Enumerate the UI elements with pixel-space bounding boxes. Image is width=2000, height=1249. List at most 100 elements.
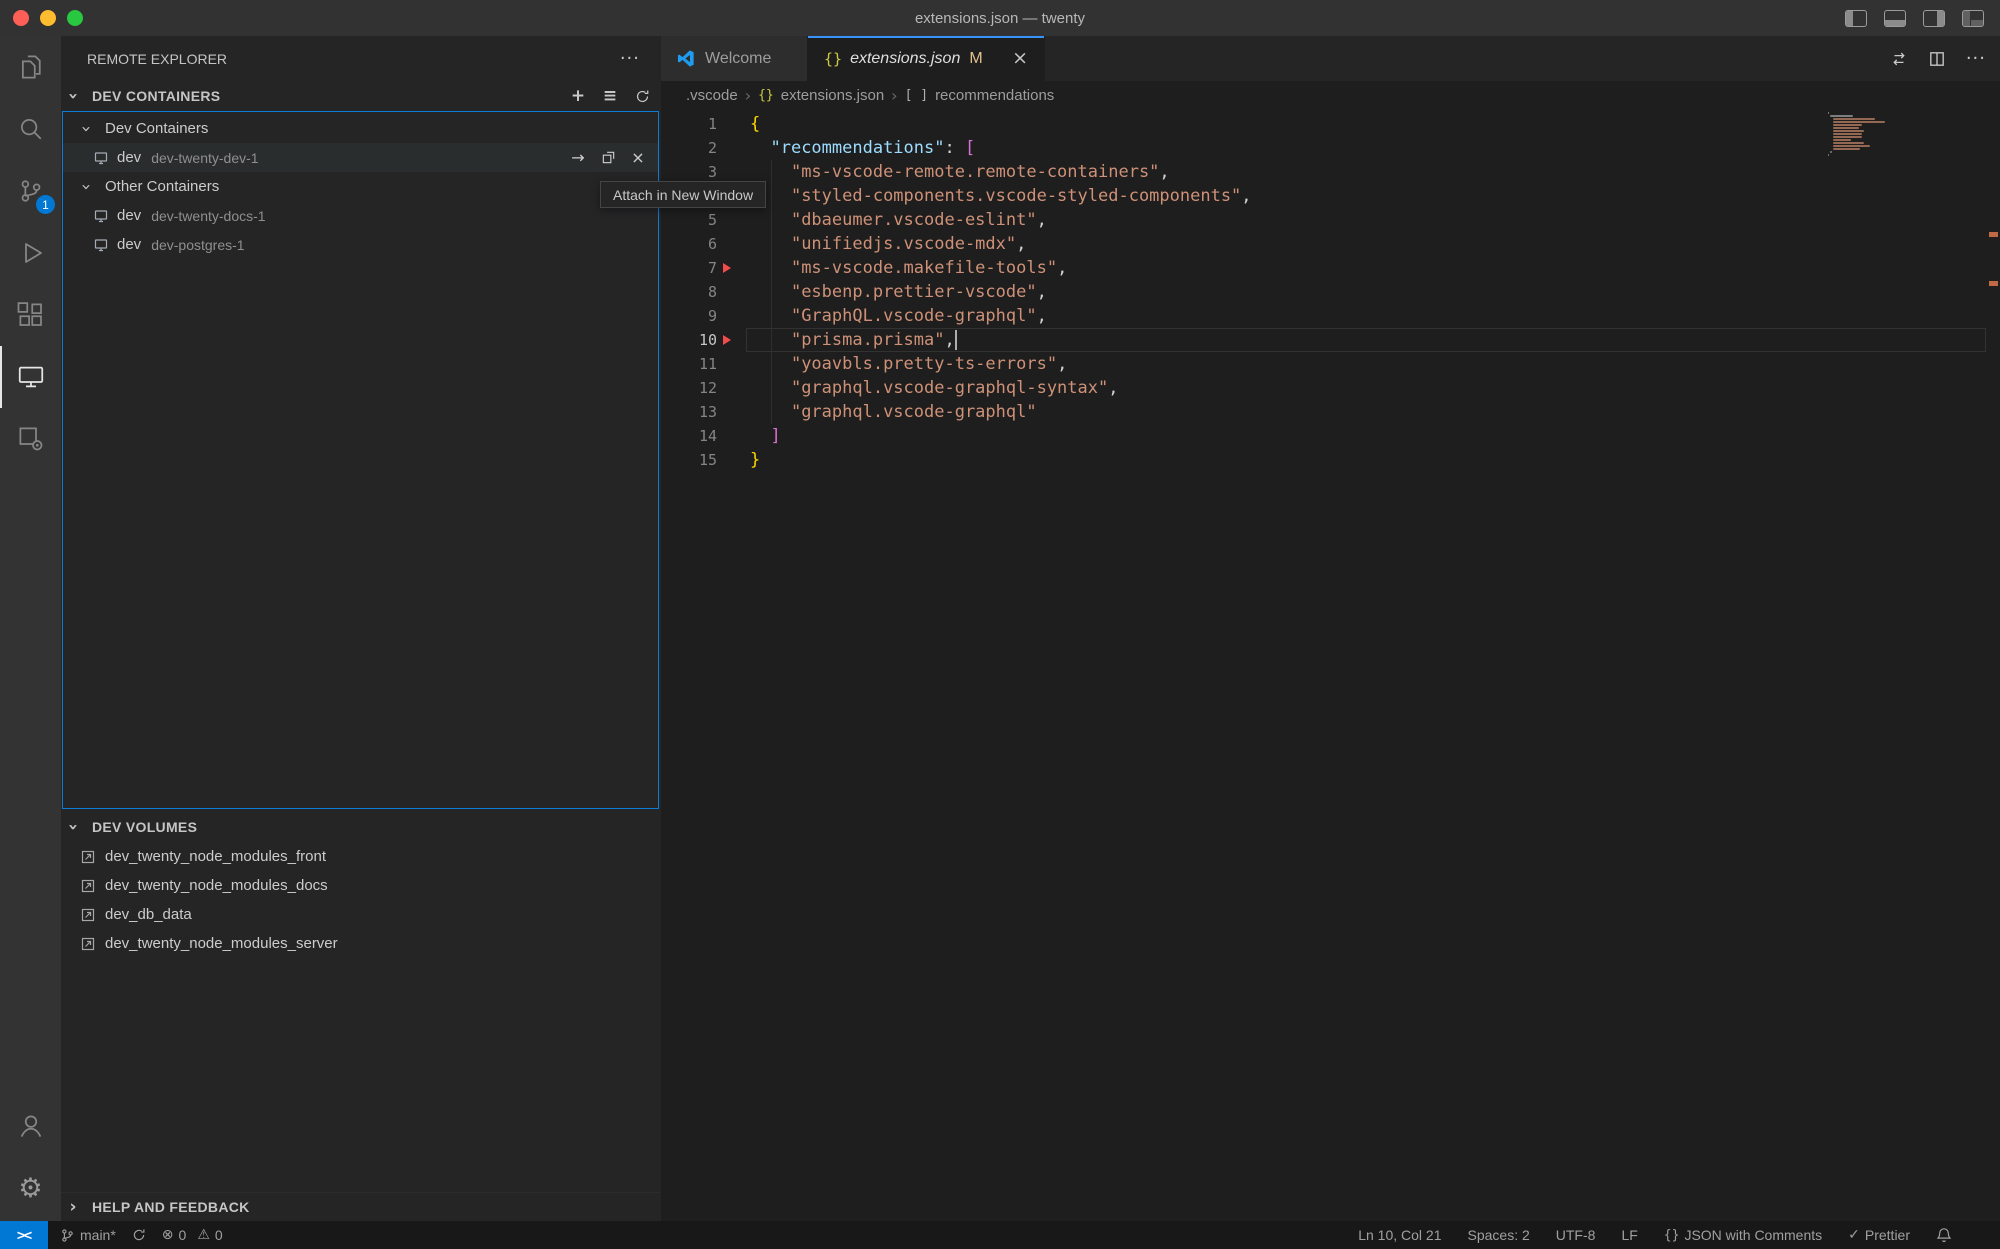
code-line[interactable]: {: [750, 112, 1252, 136]
code-lines[interactable]: { "recommendations": [ "ms-vscode-remote…: [750, 112, 1252, 472]
problems-status[interactable]: ⊗ 0 ⚠ 0: [162, 1227, 223, 1243]
collapse-all-icon[interactable]: ≡: [601, 87, 619, 105]
container-icon: [93, 208, 109, 224]
container-group-row[interactable]: ›Other Containers: [63, 172, 658, 201]
breadcrumb-symbol[interactable]: recommendations: [935, 87, 1054, 104]
sidebar-item-run-debug[interactable]: [0, 222, 61, 284]
code-line[interactable]: "ms-vscode.makefile-tools",: [750, 256, 1252, 280]
split-editor-icon[interactable]: [1928, 50, 1946, 68]
line-number: 2: [661, 136, 717, 160]
dev-containers-tree: ›Dev Containersdevdev-twenty-dev-1→×›Oth…: [62, 111, 659, 809]
container-description: dev-twenty-dev-1: [151, 150, 258, 166]
container-description: dev-postgres-1: [151, 237, 244, 253]
close-tab-icon[interactable]: ×: [1012, 49, 1028, 68]
attach-new-window-icon[interactable]: [598, 148, 618, 168]
container-row[interactable]: devdev-postgres-1: [63, 230, 658, 259]
code-line[interactable]: "ms-vscode-remote.remote-containers",: [750, 160, 1252, 184]
sync-icon: [132, 1228, 146, 1242]
code-line[interactable]: }: [750, 448, 1252, 472]
code-line[interactable]: ]: [750, 424, 1252, 448]
settings-button[interactable]: ⚙: [0, 1157, 61, 1219]
toggle-secondary-sidebar-icon[interactable]: [1923, 10, 1945, 27]
sidebar-item-explorer[interactable]: [0, 36, 61, 98]
editor-more-actions-icon[interactable]: ···: [1966, 48, 1986, 69]
container-description: dev-twenty-docs-1: [151, 208, 265, 224]
zoom-window-button[interactable]: [67, 10, 83, 26]
layout-controls: [1845, 0, 1984, 36]
eol-status[interactable]: LF: [1621, 1227, 1637, 1243]
volume-row[interactable]: dev_twenty_node_modules_server: [61, 929, 661, 958]
notifications-button[interactable]: [1936, 1227, 1952, 1243]
traffic-lights: [0, 0, 83, 36]
account-button[interactable]: [0, 1095, 61, 1157]
files-icon: [16, 52, 46, 82]
container-row[interactable]: devdev-twenty-docs-1: [63, 201, 658, 230]
code-line[interactable]: "dbaeumer.vscode-eslint",: [750, 208, 1252, 232]
section-dev-containers[interactable]: › DEV CONTAINERS + ≡: [61, 82, 661, 110]
toggle-primary-sidebar-icon[interactable]: [1845, 10, 1867, 27]
refresh-icon[interactable]: [633, 87, 651, 105]
breadcrumb-file[interactable]: extensions.json: [781, 87, 884, 104]
sidebar-item-search[interactable]: [0, 98, 61, 160]
code-line[interactable]: "graphql.vscode-graphql": [750, 400, 1252, 424]
cursor-position-status[interactable]: Ln 10, Col 21: [1358, 1227, 1441, 1243]
language-mode-status[interactable]: {} JSON with Comments: [1664, 1227, 1822, 1243]
formatter-status[interactable]: ✓ Prettier: [1848, 1227, 1910, 1243]
code-line[interactable]: "GraphQL.vscode-graphql",: [750, 304, 1252, 328]
sidebar-item-extensions[interactable]: [0, 284, 61, 346]
code-line[interactable]: "esbenp.prettier-vscode",: [750, 280, 1252, 304]
section-help-and-feedback[interactable]: › HELP AND FEEDBACK: [61, 1192, 661, 1220]
volume-row[interactable]: dev_twenty_node_modules_docs: [61, 871, 661, 900]
minimize-window-button[interactable]: [40, 10, 56, 26]
sidebar-item-remote-explorer[interactable]: [0, 346, 61, 408]
code-line[interactable]: "styled-components.vscode-styled-compone…: [750, 184, 1252, 208]
line-number: 6: [661, 232, 717, 256]
add-container-icon[interactable]: +: [569, 87, 587, 105]
braces-icon: {}: [1664, 1228, 1680, 1243]
volume-name: dev_twenty_node_modules_docs: [105, 877, 328, 894]
tab-extensions-json[interactable]: {} extensions.json M ×: [808, 36, 1045, 81]
code-line[interactable]: "prisma.prisma",: [750, 328, 1252, 352]
code-line[interactable]: "recommendations": [: [750, 136, 1252, 160]
code-line[interactable]: "unifiedjs.vscode-mdx",: [750, 232, 1252, 256]
volume-icon: [80, 907, 96, 923]
line-number: 15: [661, 448, 717, 472]
volume-row[interactable]: dev_db_data: [61, 900, 661, 929]
stop-container-icon[interactable]: ×: [628, 148, 648, 168]
close-window-button[interactable]: [13, 10, 29, 26]
container-group-row[interactable]: ›Dev Containers: [63, 114, 658, 143]
git-branch-status[interactable]: main*: [60, 1227, 116, 1243]
error-icon: ⊗: [162, 1227, 174, 1243]
group-label: Dev Containers: [105, 120, 208, 137]
red-marker-icon: [723, 335, 731, 345]
remote-indicator[interactable]: ><: [0, 1221, 48, 1249]
volume-row[interactable]: dev_twenty_node_modules_front: [61, 842, 661, 871]
breadcrumb-separator: ›: [891, 86, 897, 105]
breadcrumb-folder[interactable]: .vscode: [686, 87, 738, 104]
toggle-panel-icon[interactable]: [1884, 10, 1906, 27]
section-dev-volumes[interactable]: › DEV VOLUMES: [61, 813, 661, 841]
open-changes-icon[interactable]: [1890, 50, 1908, 68]
overview-ruler-mark: [1989, 281, 1998, 286]
container-row[interactable]: devdev-twenty-dev-1→×: [63, 143, 658, 172]
git-modified-badge: M: [969, 50, 982, 68]
attach-terminal-icon[interactable]: →: [568, 148, 588, 168]
indentation-status[interactable]: Spaces: 2: [1468, 1227, 1530, 1243]
sidebar-item-containers[interactable]: [0, 408, 61, 470]
formatter-label: Prettier: [1865, 1227, 1910, 1243]
sync-status[interactable]: [132, 1228, 146, 1242]
code-editor[interactable]: 123456789101112131415 { "recommendations…: [661, 110, 2000, 1221]
check-icon: ✓: [1848, 1227, 1860, 1243]
encoding-status[interactable]: UTF-8: [1556, 1227, 1596, 1243]
code-line[interactable]: "graphql.vscode-graphql-syntax",: [750, 376, 1252, 400]
remote-explorer-icon: [16, 362, 46, 392]
breadcrumbs: .vscode › {} extensions.json › [ ] recom…: [661, 81, 2000, 110]
dev-containers-icon: [16, 424, 46, 454]
code-line[interactable]: "yoavbls.pretty-ts-errors",: [750, 352, 1252, 376]
sidebar-item-source-control[interactable]: 1: [0, 160, 61, 222]
customize-layout-icon[interactable]: [1962, 10, 1984, 27]
extensions-icon: [16, 300, 46, 330]
more-actions-icon[interactable]: ···: [620, 36, 640, 81]
tab-welcome[interactable]: Welcome: [661, 36, 808, 81]
minimap[interactable]: [1828, 112, 1892, 157]
